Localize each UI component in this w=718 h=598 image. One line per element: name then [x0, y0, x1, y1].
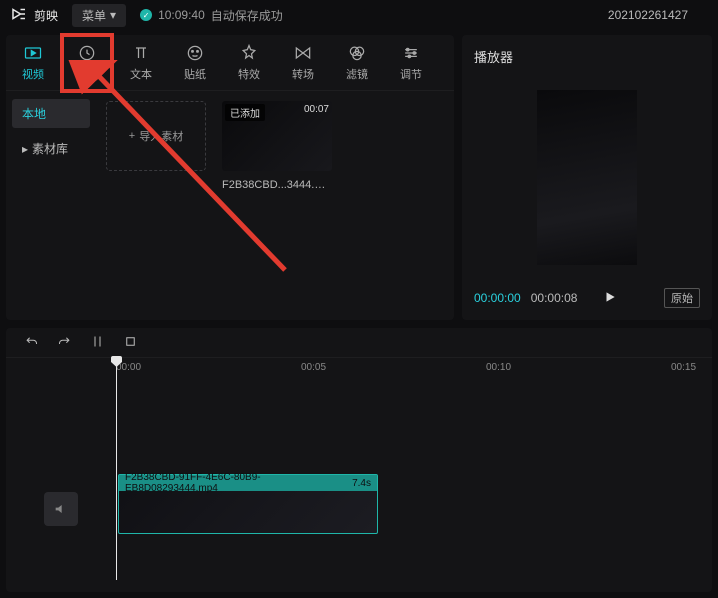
autosave-time: 10:09:40: [158, 8, 205, 22]
tab-sticker[interactable]: 贴纸: [168, 35, 222, 90]
video-icon: [23, 43, 43, 63]
menu-dropdown[interactable]: 菜单 ▾: [72, 4, 126, 27]
plus-icon: +: [129, 130, 135, 142]
tab-filter[interactable]: 滤镜: [330, 35, 384, 90]
tab-effect-label: 特效: [238, 66, 260, 82]
tab-sticker-label: 贴纸: [184, 66, 206, 82]
media-clip[interactable]: 已添加 00:07 F2B38CBD...3444.mp4: [222, 101, 332, 191]
adjust-icon: [401, 43, 421, 63]
undo-button[interactable]: [24, 334, 39, 352]
tab-text-label: 文本: [130, 66, 152, 82]
menu-label: 菜单: [82, 7, 106, 24]
audio-icon: [77, 43, 97, 63]
tab-video-label: 视频: [22, 66, 44, 82]
ruler-tick: 00:15: [671, 362, 696, 373]
player-title: 播放器: [474, 47, 700, 66]
app-name: 剪映: [34, 7, 58, 24]
project-id: 202102261427: [608, 8, 708, 22]
track-clip-duration: 7.4s: [352, 478, 371, 489]
tab-audio-label: 音频: [76, 66, 98, 82]
preview-frame: [537, 90, 637, 265]
sidenav-library[interactable]: ▸素材库: [12, 134, 90, 163]
sticker-icon: [185, 43, 205, 63]
filter-icon: [347, 43, 367, 63]
mute-track-button[interactable]: [44, 492, 78, 526]
effect-icon: [239, 43, 259, 63]
ruler-tick: 00:10: [486, 362, 511, 373]
import-media-button[interactable]: + 导入素材: [106, 101, 206, 171]
tab-transition[interactable]: 转场: [276, 35, 330, 90]
tab-adjust-label: 调节: [400, 66, 422, 82]
current-time: 00:00:00: [474, 291, 521, 305]
timeline-tracks[interactable]: F2B38CBD-91FF-4E6C-80B9-EB8D08293444.mp4…: [6, 380, 712, 580]
duration-badge: 00:07: [304, 104, 329, 115]
split-button[interactable]: [90, 334, 105, 352]
total-time: 00:00:08: [531, 291, 578, 305]
timeline-ruler[interactable]: 00:00 00:05 00:10 00:15: [116, 358, 712, 380]
check-icon: ✓: [140, 9, 152, 21]
added-badge: 已添加: [225, 104, 265, 121]
autosave-msg: 自动保存成功: [211, 7, 283, 24]
chevron-down-icon: ▾: [110, 8, 116, 22]
crop-button[interactable]: [123, 334, 138, 352]
caret-right-icon: ▸: [22, 142, 28, 156]
play-button[interactable]: [603, 290, 617, 307]
clip-thumbnail: 已添加 00:07: [222, 101, 332, 171]
tab-effect[interactable]: 特效: [222, 35, 276, 90]
player-viewport[interactable]: [474, 74, 700, 280]
tab-audio[interactable]: 音频: [60, 35, 114, 90]
redo-button[interactable]: [57, 334, 72, 352]
tab-adjust[interactable]: 调节: [384, 35, 438, 90]
text-icon: [131, 43, 151, 63]
playhead[interactable]: [116, 358, 117, 580]
tab-video[interactable]: 视频: [6, 35, 60, 90]
sidenav-local[interactable]: 本地: [12, 99, 90, 128]
clip-filename: F2B38CBD...3444.mp4: [222, 179, 332, 191]
tab-filter-label: 滤镜: [346, 66, 368, 82]
import-label: 导入素材: [139, 128, 183, 144]
track-clip-name: F2B38CBD-91FF-4E6C-80B9-EB8D08293444.mp4: [125, 472, 344, 494]
autosave-status: ✓ 10:09:40 自动保存成功: [140, 7, 283, 24]
transition-icon: [293, 43, 313, 63]
app-logo-icon: [10, 5, 28, 26]
tab-text[interactable]: 文本: [114, 35, 168, 90]
original-ratio-button[interactable]: 原始: [664, 288, 700, 308]
ruler-tick: 00:05: [301, 362, 326, 373]
tab-transition-label: 转场: [292, 66, 314, 82]
track-clip[interactable]: F2B38CBD-91FF-4E6C-80B9-EB8D08293444.mp4…: [118, 474, 378, 534]
